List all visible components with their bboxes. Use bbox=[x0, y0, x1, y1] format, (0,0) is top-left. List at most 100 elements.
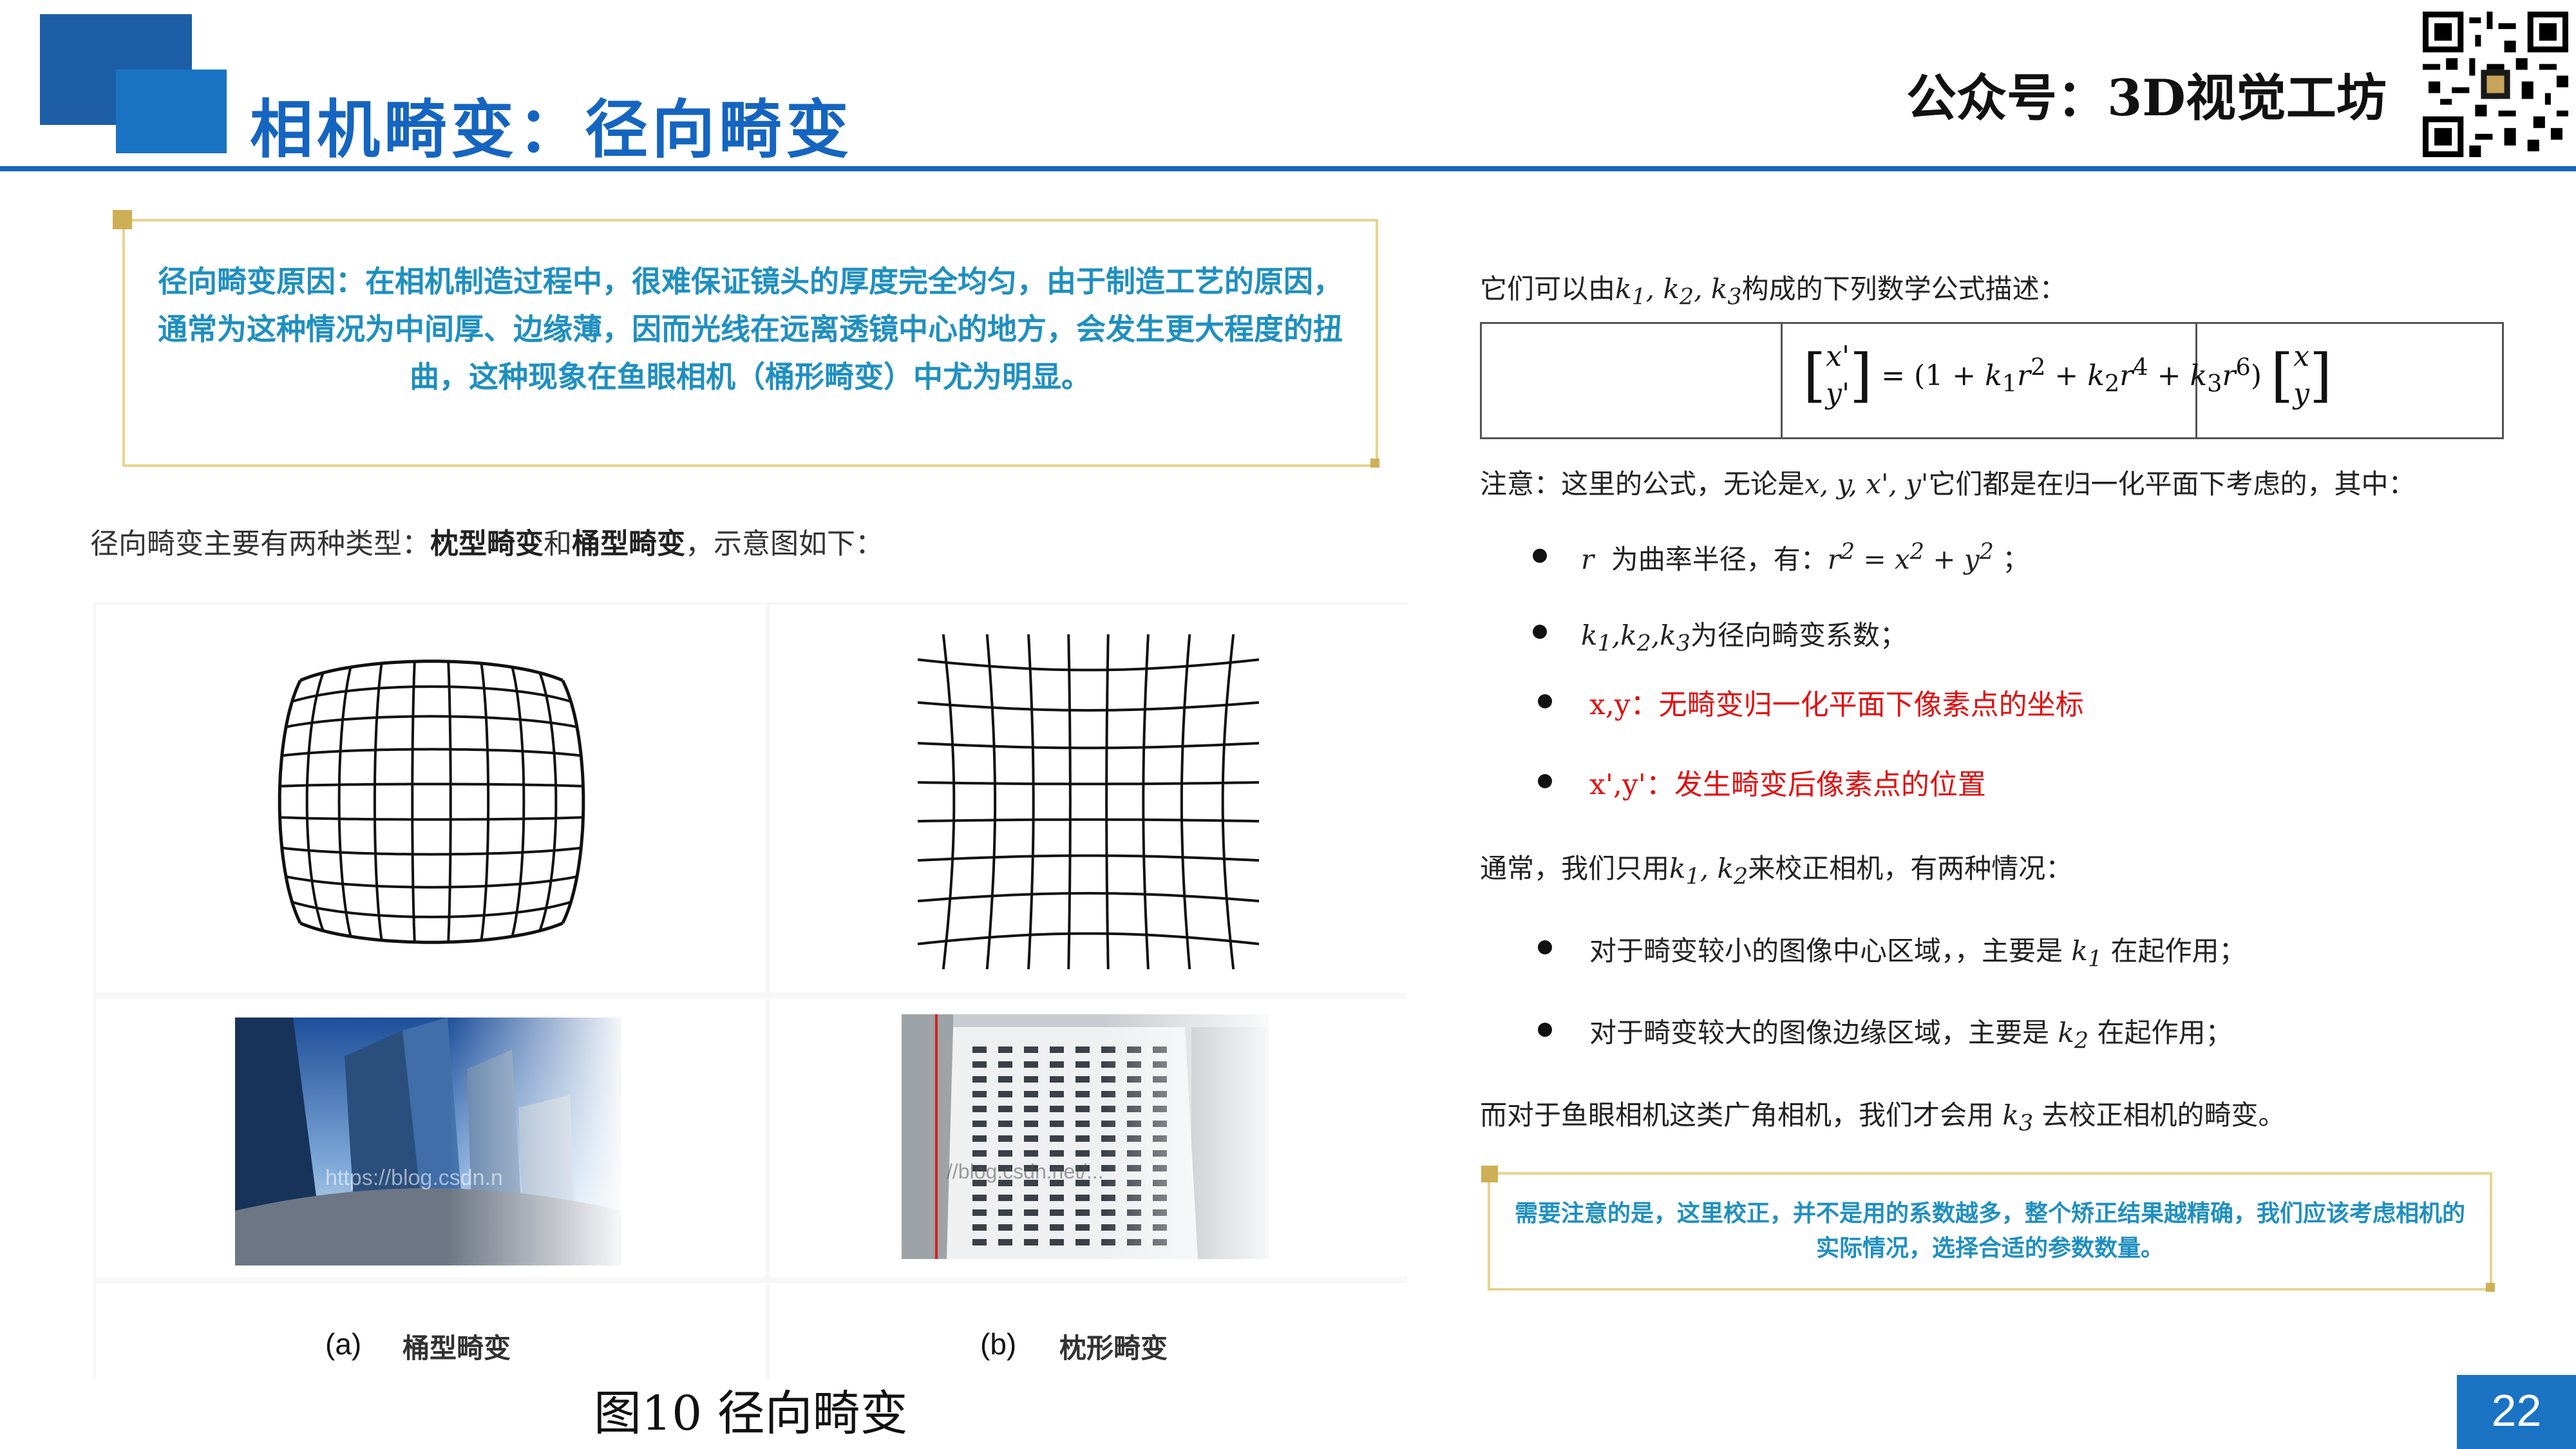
cause-note-text: 径向畸变原因：在相机制造过程中，很难保证镜头的厚度完全均匀，由于制造工艺的原因，… bbox=[158, 264, 1343, 394]
barrel-grid-line bbox=[538, 672, 558, 931]
pincushion-grid-line bbox=[1180, 634, 1191, 969]
barrel-grid-line bbox=[279, 782, 583, 788]
note-corner-marker bbox=[2486, 1283, 2495, 1292]
note-prefix: 注意：这里的公式，无论是 bbox=[1480, 468, 1805, 500]
barrel-grid-line bbox=[292, 900, 571, 918]
pincushion-grid-line bbox=[1142, 634, 1150, 969]
caption-a-label: (a) bbox=[325, 1327, 362, 1361]
k12-math: k1, k2 bbox=[1669, 853, 1748, 890]
xy-vars-math: x, y, x', y' bbox=[1804, 468, 1929, 500]
barrel-grid-line bbox=[281, 846, 582, 856]
intro-and: 和 bbox=[544, 527, 572, 560]
caption-b-name: 枕形畸变 bbox=[1059, 1332, 1168, 1364]
page-number: 22 bbox=[2491, 1385, 2542, 1435]
barrel-grid-line bbox=[411, 661, 416, 942]
fisheye-prefix: 而对于鱼眼相机这类广角相机，我们才会用 bbox=[1480, 1099, 1994, 1131]
barrel-grid-line bbox=[373, 663, 383, 941]
pincushion-grid-line bbox=[985, 634, 997, 969]
usual-suffix: 来校正相机，有两种情况： bbox=[1748, 853, 2073, 884]
note-suffix: 它们都是在归一化平面下考虑的，其中： bbox=[1928, 468, 2416, 500]
distortion-figure: https://blog.csdn.n //blog.csdn.net/... … bbox=[93, 602, 1407, 1380]
barrel-grid-line bbox=[511, 667, 526, 937]
header-decor-square-front bbox=[116, 70, 227, 153]
intro-pincushion: 枕型畸变 bbox=[430, 527, 544, 560]
barrel-grid-line bbox=[299, 659, 564, 682]
bullet-undistorted-coords: x,y：无畸变归一化平面下像素点的坐标 bbox=[1589, 688, 2084, 721]
k2-math: k2 bbox=[2058, 1017, 2089, 1054]
barrel-grid-line bbox=[447, 661, 452, 942]
pincushion-grid-line bbox=[918, 891, 1259, 903]
slide-title: 相机畸变：径向畸变 bbox=[250, 93, 853, 167]
k-coeff-math: k1,k2,k3 bbox=[1581, 620, 1690, 657]
table-divider bbox=[1781, 324, 1783, 437]
k1-math: k1 bbox=[2071, 935, 2103, 972]
edge-case-suffix: 在起作用； bbox=[2097, 1017, 2233, 1048]
building-photo: //blog.csdn.net/... bbox=[902, 1014, 1269, 1259]
usual-prefix: 通常，我们只用 bbox=[1480, 853, 1670, 884]
pincushion-grid-line bbox=[918, 818, 1259, 823]
bullet-dot bbox=[1538, 1023, 1552, 1037]
pincushion-grid-line bbox=[918, 781, 1259, 786]
center-region-case: 对于畸变较小的图像中心区域，，主要是 k1 在起作用； bbox=[1589, 929, 2246, 972]
barrel-grid-line bbox=[292, 685, 571, 703]
barrel-grid-line bbox=[299, 922, 564, 944]
pincushion-grid-line bbox=[942, 634, 956, 969]
barrel-grid-line bbox=[278, 679, 302, 924]
intro-prefix: 径向畸变主要有两种类型： bbox=[90, 527, 430, 560]
formula-intro-prefix: 它们可以由 bbox=[1480, 273, 1616, 305]
edge-case-prefix: 对于畸变较大的图像边缘区域，主要是 bbox=[1589, 1017, 2050, 1048]
coefficients-text: 为径向畸变系数； bbox=[1690, 620, 1907, 651]
distortion-types-intro: 径向畸变主要有两种类型：枕型畸变和桶型畸变，示意图如下： bbox=[90, 520, 884, 562]
fisheye-text: 而对于鱼眼相机这类广角相机，我们才会用 k3 去校正相机的畸变。 bbox=[1480, 1094, 2285, 1136]
barrel-distortion-grid bbox=[278, 659, 585, 944]
pincushion-distortion-grid bbox=[918, 634, 1259, 969]
r-var-math: r bbox=[1581, 544, 1595, 575]
radius-text: 为曲率半径，有： bbox=[1611, 544, 1828, 575]
center-case-suffix: 在起作用； bbox=[2110, 935, 2246, 967]
bullet-dot bbox=[1538, 694, 1552, 708]
note-corner-marker bbox=[1481, 1166, 1498, 1182]
barrel-grid-line bbox=[285, 875, 578, 889]
note-corner-marker bbox=[1370, 459, 1379, 468]
barrel-grid-line bbox=[561, 679, 585, 924]
k3-math: k3 bbox=[2002, 1099, 2034, 1137]
bullet-distorted-coords: x',y'：发生畸变后像素点的位置 bbox=[1589, 768, 1986, 801]
barrel-grid-line bbox=[279, 816, 583, 821]
bullet-dot bbox=[1533, 549, 1547, 563]
fisheye-suffix: 去校正相机的畸变。 bbox=[2041, 1099, 2286, 1131]
barrel-grid-line bbox=[305, 672, 325, 931]
pincushion-grid-line bbox=[1221, 634, 1235, 969]
bullet-radius: r 为曲率半径，有：r2 = x2 + y2 ； bbox=[1581, 539, 2030, 575]
pincushion-grid-line bbox=[918, 658, 1259, 672]
watermark-b: //blog.csdn.net/... bbox=[947, 1160, 1104, 1183]
pincushion-grid-line bbox=[918, 932, 1259, 945]
barrel-grid-line bbox=[281, 748, 582, 757]
barrel-grid-line bbox=[480, 663, 490, 941]
note-corner-marker bbox=[113, 210, 132, 229]
k-coefficients-math: k1, k2, k3 bbox=[1615, 273, 1742, 310]
qr-code-icon bbox=[2423, 12, 2568, 157]
edge-region-case: 对于畸变较大的图像边缘区域，主要是 k2 在起作用； bbox=[1589, 1011, 2232, 1054]
usual-calibration-text: 通常，我们只用k1, k2来校正相机，有两种情况： bbox=[1480, 847, 2072, 889]
bullet-dot bbox=[1533, 625, 1547, 639]
pincushion-grid-line bbox=[1027, 634, 1035, 969]
bullet-coefficients: k1,k2,k3为径向畸变系数； bbox=[1581, 614, 1907, 656]
figure-title: 图10 径向畸变 bbox=[594, 1386, 908, 1441]
intro-barrel: 桶型畸变 bbox=[572, 527, 685, 560]
pincushion-grid-line bbox=[918, 854, 1259, 862]
bullet-dot bbox=[1538, 940, 1552, 954]
caption-b-label: (b) bbox=[980, 1327, 1017, 1361]
bullet-dot bbox=[1538, 774, 1552, 788]
watermark-a: https://blog.csdn.n bbox=[325, 1166, 503, 1190]
fisheye-building-photo: https://blog.csdn.n bbox=[235, 1018, 621, 1265]
intro-suffix: ，示意图如下： bbox=[685, 527, 884, 560]
pincushion-grid-line bbox=[918, 701, 1259, 712]
center-case-prefix: 对于畸变较小的图像中心区域，，主要是 bbox=[1589, 935, 2063, 967]
barrel-grid-line bbox=[337, 667, 352, 937]
radial-distortion-formula: [x' y'] = (1 + k1r2 + k2r4 + k3r6) [x y] bbox=[1803, 340, 2333, 410]
barrel-grid-line bbox=[285, 715, 578, 728]
formula-intro: 它们可以由k1, k2, k3构成的下列数学公式描述： bbox=[1480, 267, 2067, 310]
header-divider bbox=[0, 166, 2576, 171]
pincushion-grid-line bbox=[918, 741, 1259, 750]
formula-intro-suffix: 构成的下列数学公式描述： bbox=[1741, 273, 2067, 305]
